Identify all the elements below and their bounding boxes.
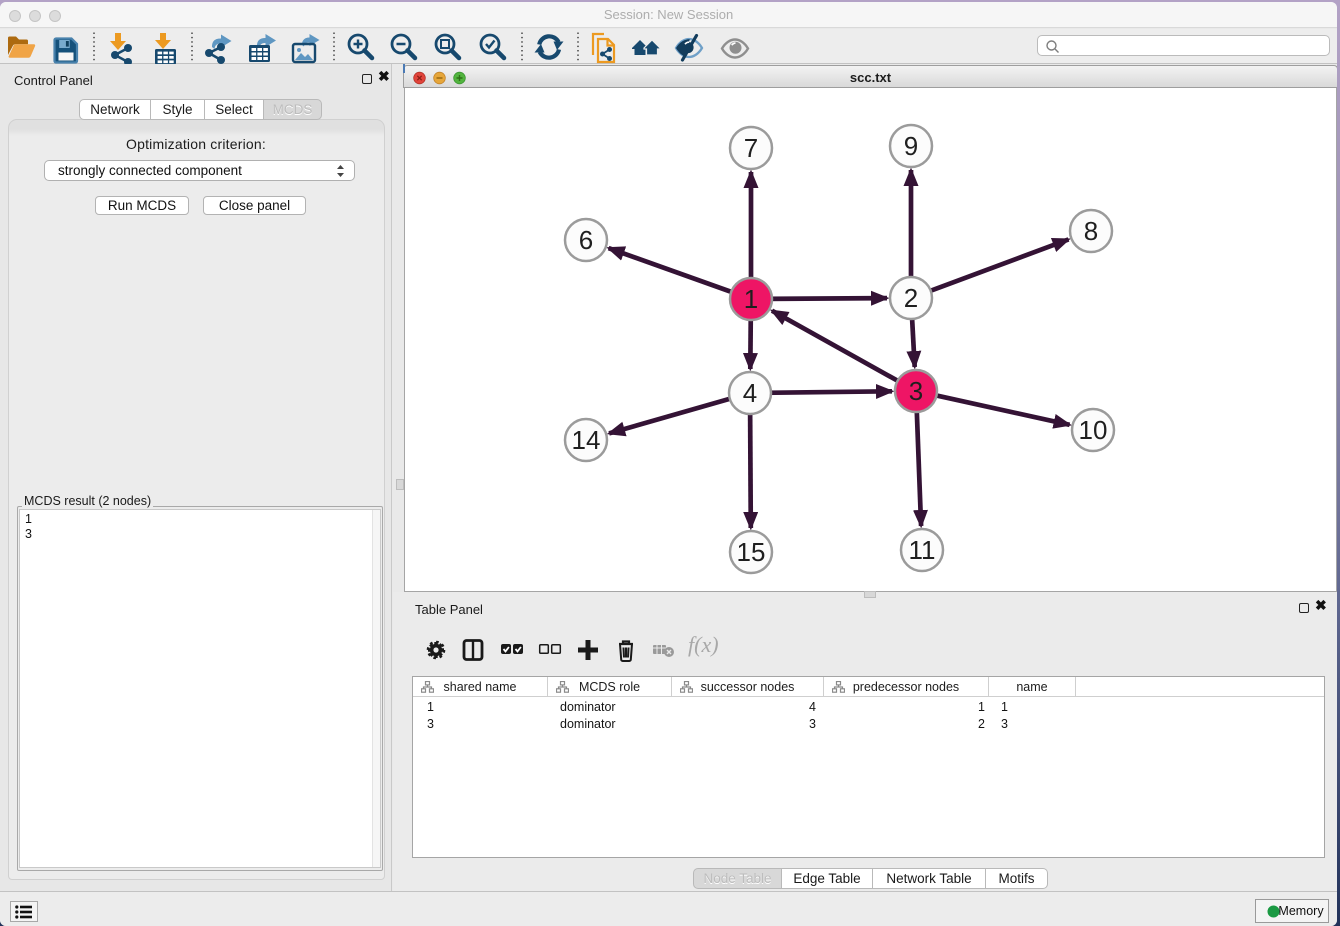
svg-text:8: 8 <box>1084 216 1098 246</box>
svg-text:14: 14 <box>572 425 601 455</box>
svg-text:7: 7 <box>744 133 758 163</box>
svg-text:11: 11 <box>909 535 936 565</box>
svg-text:4: 4 <box>743 378 757 408</box>
svg-text:9: 9 <box>904 131 918 161</box>
svg-text:6: 6 <box>579 225 593 255</box>
svg-text:2: 2 <box>904 283 918 313</box>
svg-text:1: 1 <box>744 284 758 314</box>
svg-text:10: 10 <box>1079 415 1108 445</box>
svg-text:15: 15 <box>737 537 766 567</box>
svg-text:3: 3 <box>909 376 923 406</box>
